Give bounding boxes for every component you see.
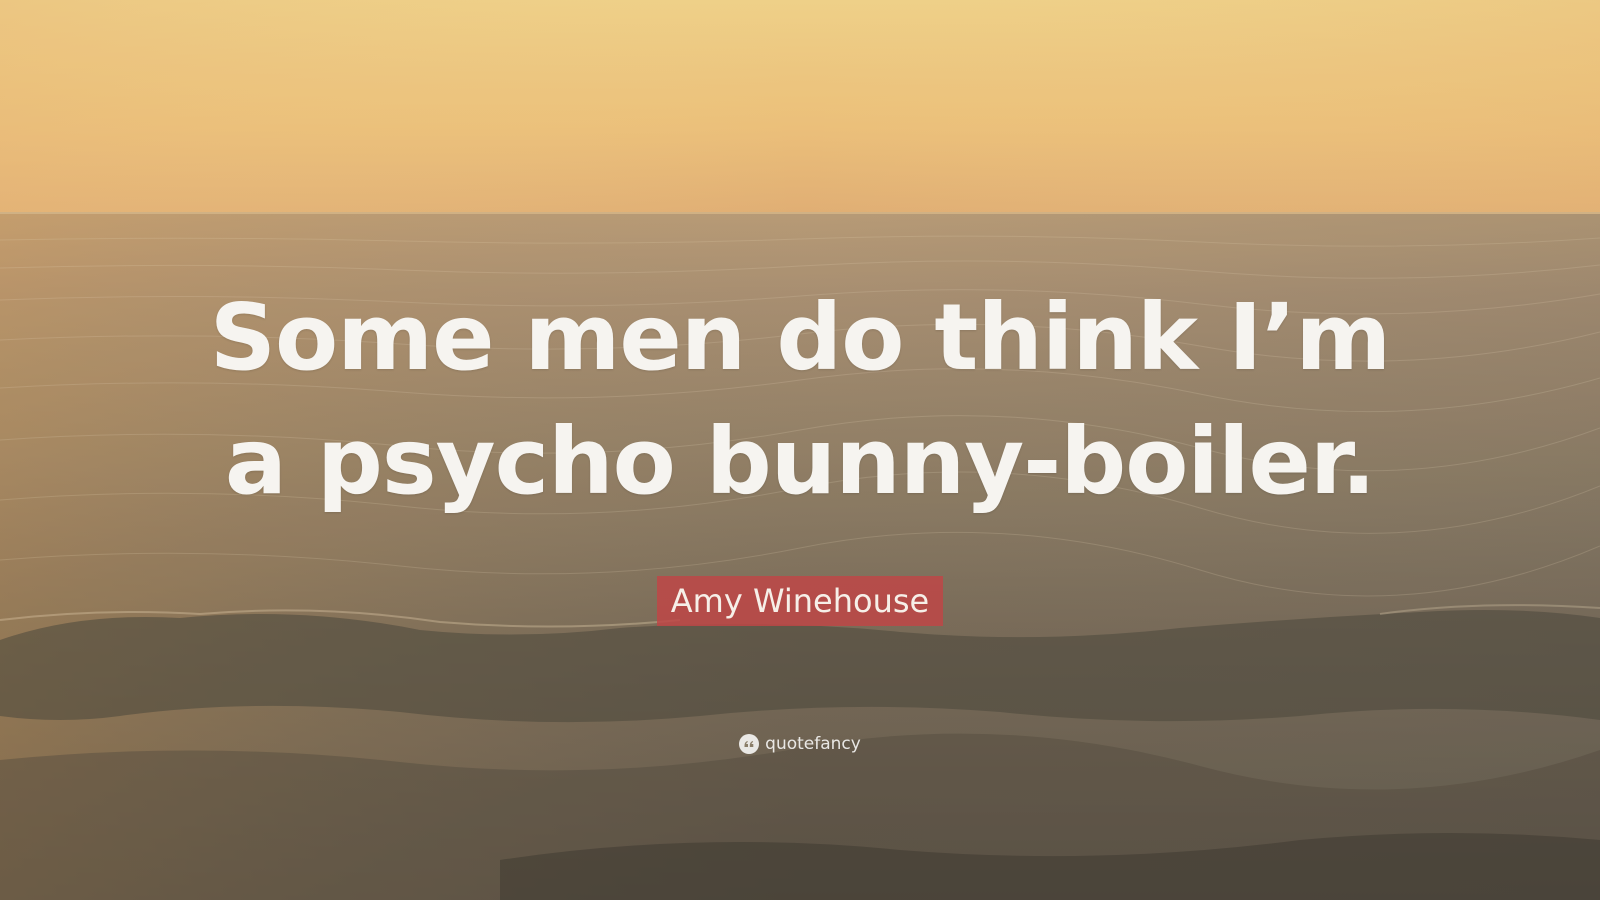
brand-watermark: quotefancy — [0, 734, 1600, 754]
quote-line-1: Some men do think I’m — [209, 284, 1391, 391]
author-row: Amy Winehouse — [0, 576, 1600, 626]
brand-name: quotefancy — [765, 734, 861, 754]
quote-card: Some men do think I’m a psycho bunny-boi… — [0, 0, 1600, 900]
quote-mark-icon — [739, 734, 760, 754]
author-badge[interactable]: Amy Winehouse — [656, 576, 944, 626]
quote-text: Some men do think I’m a psycho bunny-boi… — [0, 276, 1600, 524]
quote-line-2: a psycho bunny-boiler. — [224, 408, 1376, 515]
